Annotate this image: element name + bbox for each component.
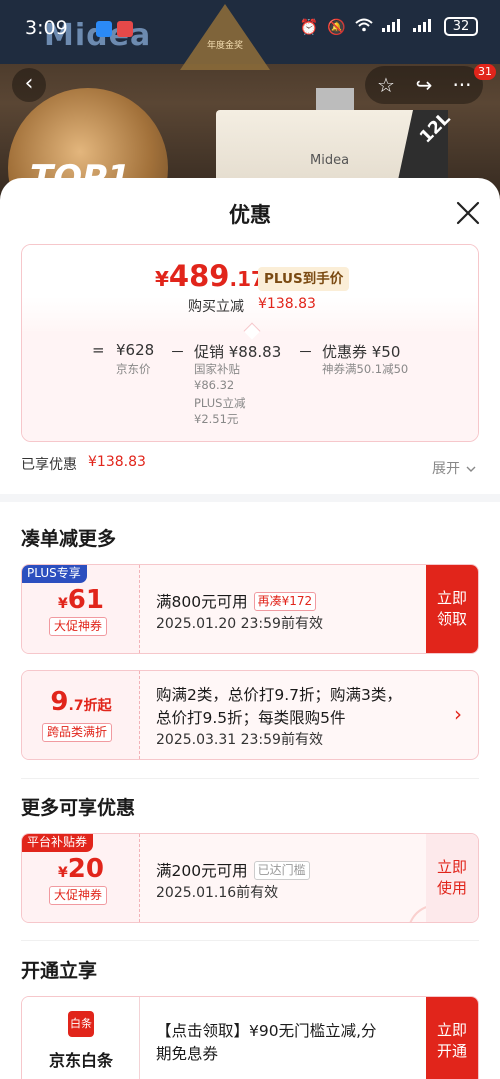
notification-app-icon — [117, 21, 133, 37]
use-coupon-button[interactable]: 立即 使用 — [426, 834, 478, 922]
plus-reduce-value: ¥2.51元 — [194, 412, 239, 426]
plus-reduce-label: PLUS立减 — [194, 396, 246, 410]
coupon-condition-text: 满200元可用 — [156, 862, 248, 880]
enjoyed-value: ¥138.83 — [88, 454, 146, 470]
sheet-title: 优惠 — [229, 203, 271, 227]
discount-sheet: 优惠 ¥ 489 .17 PLUS到手价 购买立减 ¥138.83 = ¥628… — [0, 178, 500, 1079]
signal-icon — [382, 18, 404, 36]
coupon-condition-text: 满800元可用 — [156, 593, 248, 611]
status-icons: ⏰ 🔕 32 — [300, 17, 478, 36]
coupon-type-label: 跨品类满折 — [42, 723, 113, 742]
notification-app-icon — [96, 21, 112, 37]
minus-sign: － — [298, 343, 314, 361]
plus-price-tag: PLUS到手价 — [258, 267, 350, 291]
cross-category-card[interactable]: 9.7折起 跨品类满折 购满2类，总价打9.7折；购满3类， 总价打9.5折；每… — [21, 670, 479, 760]
coupon-amount: ¥20 — [22, 854, 140, 884]
nav-actions: ☆ ↪ ··· — [365, 66, 483, 104]
coupon-sub-label: 神券满50.1减50 — [322, 362, 409, 376]
price-integer: 489 — [168, 259, 230, 293]
share-icon[interactable]: ↪ — [409, 70, 439, 100]
coupon-type-label: 大促神券 — [49, 886, 108, 905]
coupon-expiry: 2025.01.16前有效 — [156, 885, 279, 901]
alarm-icon: ⏰ — [299, 17, 319, 36]
section-title: 凑单减更多 — [21, 528, 117, 550]
divider — [21, 940, 479, 941]
back-button[interactable]: ‹ — [12, 68, 46, 102]
wifi-icon — [355, 18, 373, 36]
chevron-down-icon — [466, 466, 476, 472]
section-title: 更多可享优惠 — [21, 797, 136, 819]
buy-reduce-label: 购买立减 — [188, 299, 244, 315]
promo-sub-value: ¥86.32 — [194, 378, 235, 392]
chevron-right-icon: › — [454, 702, 462, 726]
plus-coupon-card: PLUS专享 ¥61 大促神券 满800元可用 再凑¥172 2025.01.20… — [21, 564, 479, 654]
expand-label: 展开 — [432, 461, 460, 477]
coupon-gap-tag: 再凑¥172 — [253, 592, 317, 611]
product-brand: Midea — [310, 153, 350, 168]
more-icon[interactable]: ··· — [447, 70, 477, 100]
mute-icon: 🔕 — [327, 17, 346, 36]
plus-exclusive-badge: PLUS专享 — [22, 565, 87, 583]
coupon-amount: ¥61 — [22, 585, 140, 615]
coupon-expiry: 2025.03.31 23:59前有效 — [156, 732, 323, 748]
minus-sign: － — [170, 343, 186, 361]
jd-price-label: 京东价 — [116, 362, 151, 376]
claim-coupon-button[interactable]: 立即 领取 — [426, 565, 478, 653]
activate-baitiao-button[interactable]: 立即 开通 — [426, 997, 478, 1079]
promo-amount: 促销 ¥88.83 — [194, 343, 282, 361]
coupon-value: 61 — [67, 585, 104, 615]
coupon-condition: 满800元可用 再凑¥172 — [156, 590, 317, 612]
discount-rate-num: 9 — [50, 687, 69, 717]
baitiao-name: 京东白条 — [48, 1051, 113, 1070]
baitiao-offer-line2: 期免息券 — [156, 1045, 219, 1063]
divider — [21, 778, 479, 779]
section-title: 开通立享 — [21, 960, 98, 982]
status-time: 3:09 — [25, 17, 68, 39]
promo-sub-label: 国家补贴 — [194, 362, 240, 376]
message-badge: 31 — [474, 64, 496, 80]
favorite-icon[interactable]: ☆ — [371, 70, 401, 100]
close-icon[interactable] — [455, 200, 481, 226]
coupon-value: 20 — [67, 854, 104, 884]
baitiao-offer-line1: 【点击领取】¥90无门槛立减,分 — [156, 1022, 377, 1040]
final-price: ¥ 489 .17 — [155, 259, 265, 293]
enjoyed-label: 已享优惠 — [21, 457, 77, 473]
threshold-reached-tag: 已达门槛 — [253, 861, 310, 880]
coupon-expiry: 2025.01.20 23:59前有效 — [156, 616, 323, 632]
price-currency: ¥ — [155, 267, 169, 291]
status-bar: 3:09 ⏰ 🔕 32 — [0, 0, 500, 58]
discount-rate-suffix: .7折起 — [68, 698, 112, 714]
coupon-currency: ¥ — [58, 865, 68, 881]
platform-coupon-card: 平台补贴券 ¥20 大促神券 满200元可用 已达门槛 2025.01.16前有效… — [21, 833, 479, 923]
buy-reduce-value: ¥138.83 — [258, 296, 316, 312]
coupon-amount: 优惠券 ¥50 — [322, 343, 401, 361]
battery-icon: 32 — [444, 17, 478, 36]
discount-rate: 9.7折起 — [22, 687, 140, 717]
baitiao-card: 白条 京东白条 【点击领取】¥90无门槛立减,分 期免息券 立即 开通 — [21, 996, 479, 1079]
expand-button[interactable]: 展开 — [432, 458, 476, 478]
discount-rule-line2: 总价打9.5折；每类限购5件 — [156, 709, 346, 727]
price-summary-card: ¥ 489 .17 PLUS到手价 购买立减 ¥138.83 = ¥628 京东… — [21, 244, 479, 442]
jd-price: ¥628 — [116, 341, 155, 359]
signal-icon — [413, 18, 435, 36]
equals-sign: = — [92, 341, 105, 359]
section-gap — [0, 494, 500, 502]
platform-subsidy-badge: 平台补贴券 — [22, 834, 94, 852]
baitiao-icon: 白条 — [68, 1011, 94, 1037]
discount-rule-line1: 购满2类，总价打9.7折；购满3类， — [156, 686, 402, 704]
coupon-type-label: 大促神券 — [49, 617, 108, 636]
coupon-condition: 满200元可用 已达门槛 — [156, 859, 310, 881]
coupon-currency: ¥ — [58, 596, 68, 612]
